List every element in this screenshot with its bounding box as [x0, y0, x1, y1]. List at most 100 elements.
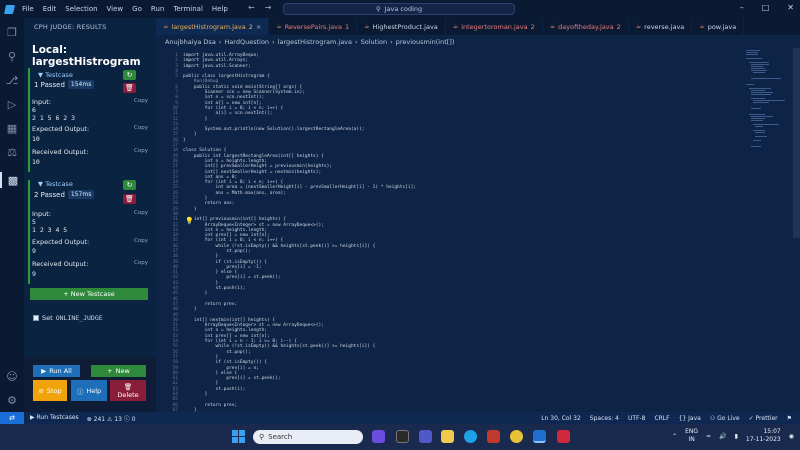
breadcrumb: Anujbhaiya Dsa › HardQuestion › largestHistr…: [156, 35, 800, 48]
breadcrumb-item[interactable]: Solution: [361, 38, 387, 46]
file-explorer-icon[interactable]: [441, 430, 454, 443]
tab-label: largestHistrogram.java: [171, 22, 246, 31]
encoding[interactable]: UTF-8: [628, 415, 646, 422]
copy-expected-button[interactable]: Copy: [134, 238, 148, 244]
close-icon[interactable]: ×: [256, 23, 261, 31]
account-icon[interactable]: ☺: [4, 368, 20, 384]
rerun-button[interactable]: ↻: [123, 180, 136, 190]
chevron-down-icon[interactable]: ▼: [38, 180, 43, 188]
gear-icon[interactable]: ⚙: [4, 392, 20, 408]
bell-icon[interactable]: ⚑: [787, 415, 792, 422]
run-testcases-button[interactable]: ▶ Run Testcases: [30, 414, 79, 423]
cursor-position[interactable]: Ln 30, Col 32: [541, 415, 581, 422]
tab-reversepairs[interactable]: ☕ ReversePairs.java 1: [269, 18, 358, 35]
delete-button[interactable]: 🗑 Delete: [110, 380, 146, 401]
online-judge-checkbox[interactable]: [33, 315, 39, 321]
copy-input-button[interactable]: Copy: [134, 210, 148, 216]
run-debug-icon[interactable]: ▷: [4, 96, 20, 112]
stop-button[interactable]: ⊘ Stop: [33, 380, 67, 401]
breadcrumb-separator-icon: ›: [390, 37, 393, 46]
tab-pow[interactable]: ☕ pow.java: [692, 18, 745, 35]
vscode-taskbar-icon[interactable]: [533, 430, 546, 443]
new-testcase-button[interactable]: + New Testcase: [30, 288, 148, 300]
testcase-status: 1 Passed: [34, 80, 65, 89]
forward-arrow-icon[interactable]: →: [265, 3, 272, 12]
taskbar-search-label: Search: [268, 433, 293, 441]
task-view-icon[interactable]: [396, 430, 409, 443]
clock[interactable]: 15:07 17-11-2023: [746, 428, 781, 444]
extensions-icon[interactable]: ▦: [4, 120, 20, 136]
received-value: 9: [32, 270, 36, 278]
language-mode[interactable]: {} Java: [679, 415, 701, 422]
menu-item-selection[interactable]: Selection: [65, 5, 97, 13]
tab-dayoftheday[interactable]: ☕ dayoftheday.java 2: [543, 18, 629, 35]
edge-icon[interactable]: [464, 430, 477, 443]
delete-testcase-button[interactable]: 🗑: [123, 83, 136, 93]
app-icon[interactable]: [487, 430, 500, 443]
close-icon[interactable]: ✕: [787, 3, 794, 12]
menu-bar: File Edit Selection View Go Run Terminal Help: [18, 5, 228, 13]
minimap[interactable]: [746, 48, 790, 168]
set-online-judge: Set ONLINE_JUDGE: [33, 314, 103, 322]
rerun-button[interactable]: ↻: [123, 70, 136, 80]
chevron-up-icon[interactable]: ⌃: [672, 433, 677, 440]
breadcrumb-item[interactable]: largestHistrogram.java: [278, 38, 352, 46]
clock-time: 15:07: [763, 428, 781, 435]
minimize-icon[interactable]: –: [740, 3, 744, 12]
copy-input-button[interactable]: Copy: [134, 98, 148, 104]
breadcrumb-item[interactable]: Anujbhaiya Dsa: [165, 38, 216, 46]
vertical-scrollbar[interactable]: [793, 48, 800, 238]
back-arrow-icon[interactable]: ←: [248, 3, 255, 12]
windows-start-icon[interactable]: [232, 430, 245, 443]
source-control-icon[interactable]: ⎇: [4, 72, 20, 88]
go-live-button[interactable]: ⚇ Go Live: [710, 415, 740, 422]
tab-highestproduct[interactable]: ☕ HighestProduct.java: [357, 18, 446, 35]
app-icon[interactable]: [557, 430, 570, 443]
copy-received-button[interactable]: Copy: [134, 260, 148, 266]
notification-icon[interactable]: ◉: [789, 433, 794, 440]
run-all-button[interactable]: ▶ Run All: [33, 365, 80, 377]
maximize-icon[interactable]: □: [762, 3, 770, 12]
lightbulb-icon[interactable]: 💡: [185, 217, 194, 225]
taskbar-search[interactable]: ⚲ Search: [253, 430, 363, 444]
search-icon[interactable]: ⚲: [4, 48, 20, 64]
prettier-button[interactable]: ✓ Prettier: [749, 415, 778, 422]
language-indicator[interactable]: ENG IN: [685, 428, 698, 444]
help-button[interactable]: ⓘ Help: [71, 380, 107, 401]
tab-reverse[interactable]: ☕ reverse.java: [629, 18, 693, 35]
breadcrumb-item[interactable]: previousmin(int[]): [396, 38, 455, 46]
volume-icon[interactable]: 🔊: [719, 433, 726, 440]
wifi-icon[interactable]: ≈: [706, 433, 711, 440]
menu-item-go[interactable]: Go: [132, 5, 142, 13]
command-search[interactable]: ⚲ Java coding: [283, 3, 515, 15]
testing-icon[interactable]: ⚖: [4, 144, 20, 160]
online-judge-label: ONLINE_JUDGE: [55, 314, 103, 322]
java-file-icon: ☕: [452, 23, 459, 30]
teams-icon[interactable]: [419, 430, 432, 443]
menu-item-view[interactable]: View: [107, 5, 124, 13]
tab-largesthistrogram[interactable]: ☕ largestHistrogram.java 2 ×: [156, 18, 270, 35]
menu-item-file[interactable]: File: [22, 5, 34, 13]
explorer-icon[interactable]: ❐: [4, 24, 20, 40]
menu-item-terminal[interactable]: Terminal: [173, 5, 203, 13]
menu-item-help[interactable]: Help: [212, 5, 228, 13]
copy-expected-button[interactable]: Copy: [134, 125, 148, 131]
tab-integertoroman[interactable]: ☕ integertoroman.java 2: [446, 18, 543, 35]
code-text[interactable]: import java.util.ArrayDeque; import java.…: [183, 53, 416, 412]
chrome-icon[interactable]: [510, 430, 523, 443]
menu-item-edit[interactable]: Edit: [43, 5, 57, 13]
problems-counter[interactable]: ⊗ 241 ⚠ 13 ⓘ 0: [87, 414, 136, 423]
battery-icon[interactable]: ▮: [735, 433, 738, 440]
menu-item-run[interactable]: Run: [151, 5, 164, 13]
copilot-icon[interactable]: [372, 430, 385, 443]
indentation[interactable]: Spaces: 4: [590, 415, 619, 422]
line-ending[interactable]: CRLF: [654, 415, 669, 422]
cph-judge-icon[interactable]: ▩: [0, 172, 24, 188]
code-editor[interactable]: 12345 6 7 8 9 10 11 12 13 14 15 16 17 18 19 20 21 22 23 24…: [156, 48, 800, 412]
remote-icon[interactable]: ⇄: [0, 412, 24, 424]
copy-received-button[interactable]: Copy: [134, 148, 148, 154]
breadcrumb-item[interactable]: HardQuestion: [224, 38, 269, 46]
delete-testcase-button[interactable]: 🗑: [123, 194, 136, 204]
new-button[interactable]: + New: [91, 365, 146, 377]
chevron-down-icon[interactable]: ▼: [38, 71, 43, 79]
